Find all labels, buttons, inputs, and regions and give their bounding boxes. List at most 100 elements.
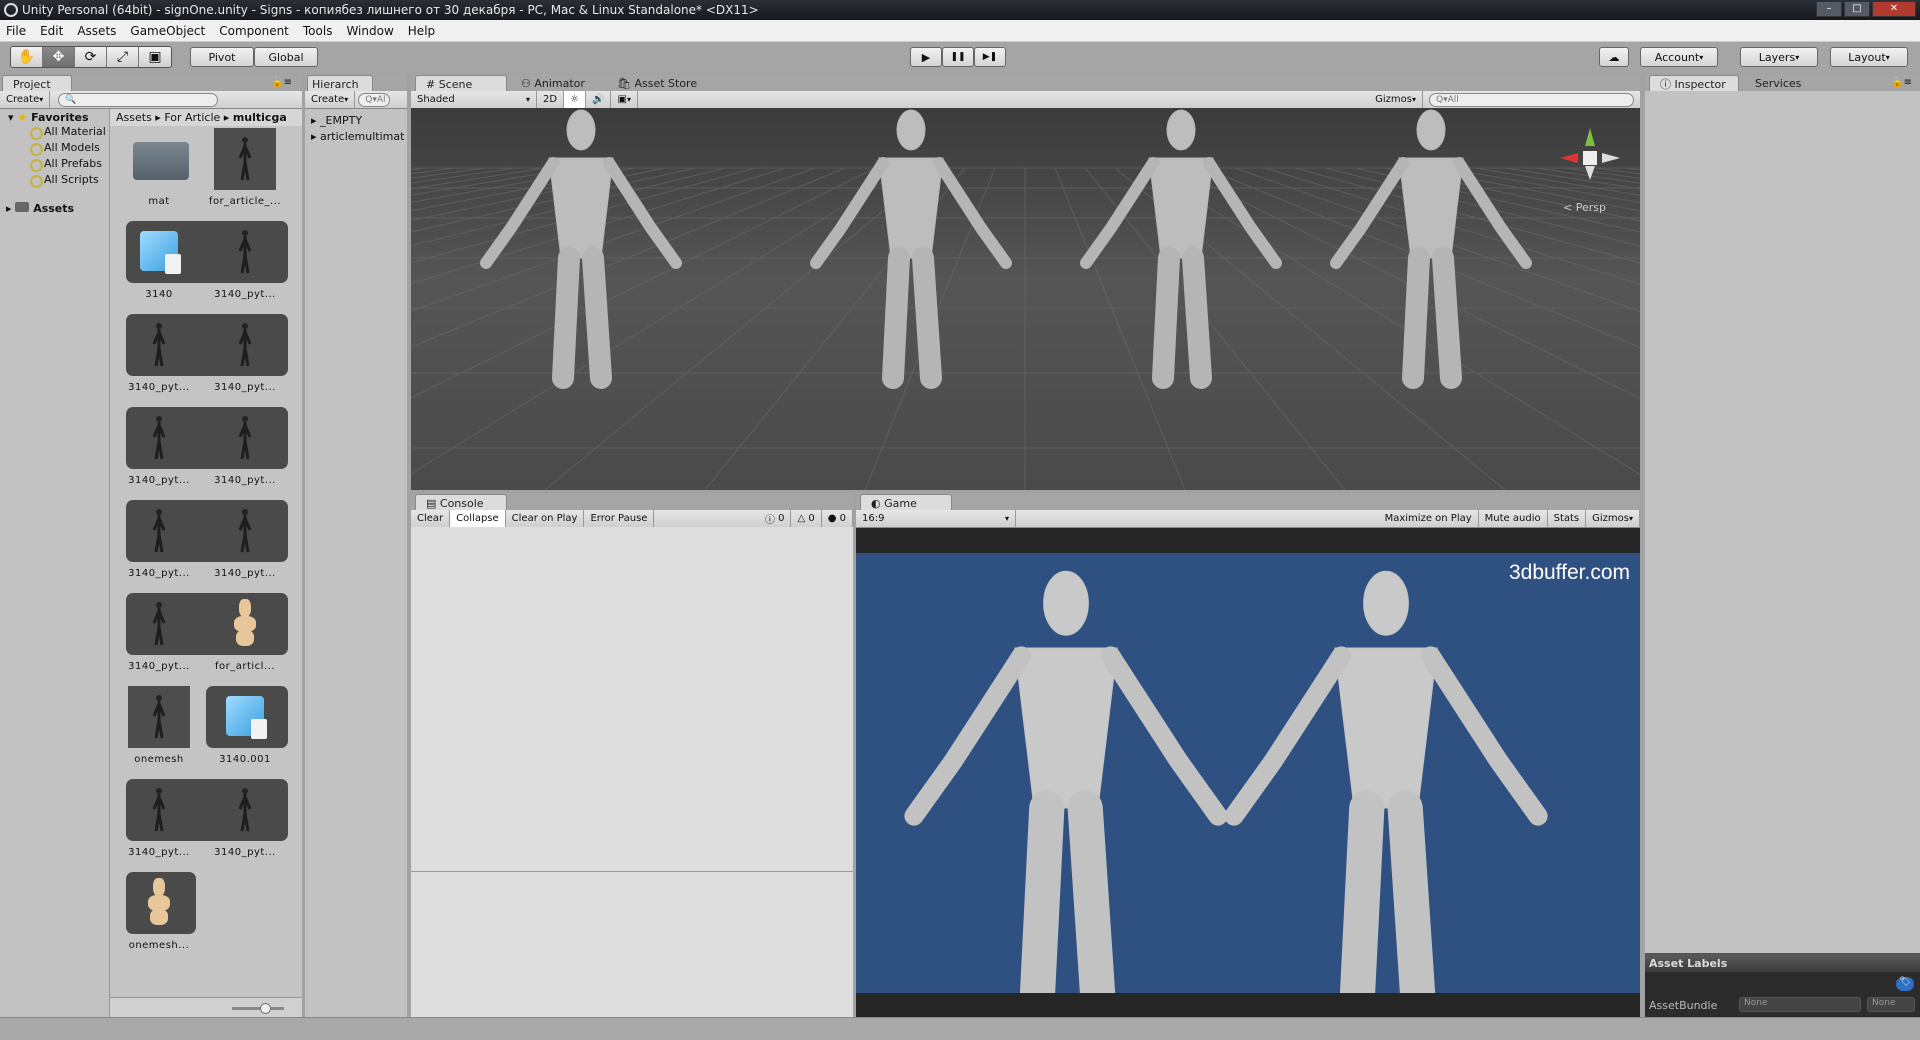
maximize-button[interactable]: □ bbox=[1844, 1, 1870, 17]
asset-item[interactable]: 3140_pyt... bbox=[116, 407, 202, 486]
tag-icon[interactable]: 🏷 bbox=[1896, 977, 1914, 991]
persp-label[interactable]: < Persp bbox=[1563, 201, 1606, 214]
breadcrumb-current[interactable]: multicga bbox=[233, 111, 287, 124]
lock-icon[interactable]: 🔒≡ bbox=[271, 77, 292, 88]
asset-item[interactable]: 3140_pyt... bbox=[202, 779, 288, 858]
step-button[interactable]: ▶❚ bbox=[974, 47, 1006, 67]
hierarchy-item[interactable]: ▸ articlemultimat bbox=[311, 129, 407, 145]
fav-all-prefabs[interactable]: All Prefabs bbox=[0, 156, 109, 172]
asset-item[interactable]: for_articl... bbox=[202, 593, 288, 672]
asset-variant-dropdown[interactable]: None bbox=[1867, 997, 1915, 1012]
layout-dropdown[interactable]: Layout bbox=[1830, 47, 1908, 67]
character-model[interactable] bbox=[1330, 109, 1532, 389]
pivot-button[interactable]: Pivot bbox=[190, 47, 254, 67]
play-button[interactable]: ▶ bbox=[910, 47, 942, 67]
error-filter-toggle[interactable]: ● 0 bbox=[822, 510, 853, 527]
tab-scene[interactable]: # Scene bbox=[415, 75, 507, 92]
character-model[interactable] bbox=[1224, 570, 1548, 993]
tab-services[interactable]: Services bbox=[1745, 75, 1811, 92]
move-tool-icon[interactable]: ✥ bbox=[43, 47, 75, 67]
asset-item[interactable]: 3140_pyt... bbox=[116, 500, 202, 579]
asset-item[interactable]: 3140_pyt... bbox=[202, 500, 288, 579]
asset-item[interactable]: for_article_... bbox=[202, 128, 288, 207]
scene-search-input[interactable]: Q▾All bbox=[1429, 92, 1634, 107]
console-log-area[interactable] bbox=[411, 527, 853, 1017]
stats-toggle[interactable]: Stats bbox=[1548, 510, 1587, 527]
fav-all-scripts[interactable]: All Scripts bbox=[0, 172, 109, 188]
2d-toggle[interactable]: 2D bbox=[537, 91, 565, 108]
scale-tool-icon[interactable]: ⤢ bbox=[107, 47, 139, 67]
layers-dropdown[interactable]: Layers bbox=[1740, 47, 1818, 67]
asset-item[interactable]: onemesh... bbox=[116, 872, 202, 951]
console-splitter[interactable] bbox=[411, 871, 853, 872]
breadcrumb-for-article[interactable]: For Article bbox=[164, 111, 220, 124]
asset-item[interactable]: onemesh bbox=[116, 686, 202, 765]
asset-item[interactable]: 3140_pyt... bbox=[202, 407, 288, 486]
audio-toggle-icon[interactable]: 🔊 bbox=[586, 91, 612, 108]
icon-size-slider[interactable] bbox=[232, 1007, 284, 1010]
shading-dropdown[interactable]: Shaded bbox=[411, 91, 537, 108]
console-collapse-button[interactable]: Collapse bbox=[450, 510, 506, 527]
icon-size-slider-handle[interactable] bbox=[260, 1003, 271, 1014]
fav-all-models[interactable]: All Models bbox=[0, 140, 109, 156]
tab-animator[interactable]: ⚇ Animator bbox=[511, 75, 595, 92]
tab-project[interactable]: Project bbox=[2, 75, 72, 92]
pause-button[interactable]: ❚❚ bbox=[942, 47, 974, 67]
game-gizmos-dropdown[interactable]: Gizmos bbox=[1586, 510, 1640, 527]
menu-file[interactable]: File bbox=[6, 24, 26, 38]
character-model[interactable] bbox=[810, 109, 1012, 389]
assets-folder[interactable]: ▸ Assets bbox=[0, 188, 109, 215]
menu-window[interactable]: Window bbox=[346, 24, 393, 38]
asset-item[interactable]: 3140_pyt... bbox=[116, 593, 202, 672]
tab-inspector[interactable]: ⓘ Inspector bbox=[1649, 75, 1739, 92]
aspect-dropdown[interactable]: 16:9 bbox=[856, 510, 1016, 527]
menu-edit[interactable]: Edit bbox=[40, 24, 63, 38]
cloud-button[interactable]: ☁ bbox=[1599, 47, 1629, 67]
mute-audio-toggle[interactable]: Mute audio bbox=[1479, 510, 1548, 527]
hierarchy-create-button[interactable]: Create bbox=[305, 91, 356, 108]
global-button[interactable]: Global bbox=[254, 47, 318, 67]
character-model[interactable] bbox=[904, 570, 1228, 993]
hierarchy-search-input[interactable]: Q▾Al bbox=[358, 92, 391, 107]
scene-gizmos-dropdown[interactable]: Gizmos bbox=[1369, 91, 1423, 108]
asset-item[interactable]: 3140_pyt... bbox=[116, 779, 202, 858]
menu-gameobject[interactable]: GameObject bbox=[130, 24, 205, 38]
console-clear-button[interactable]: Clear bbox=[411, 510, 451, 527]
inspector-lock-icon[interactable]: 🔒≡ bbox=[1891, 77, 1912, 88]
maximize-on-play-toggle[interactable]: Maximize on Play bbox=[1379, 510, 1479, 527]
warning-filter-toggle[interactable]: △ 0 bbox=[791, 510, 822, 527]
project-create-button[interactable]: Create bbox=[0, 91, 51, 108]
asset-item[interactable]: 3140 bbox=[116, 221, 202, 300]
asset-item[interactable]: 3140_pyt... bbox=[202, 314, 288, 393]
menu-assets[interactable]: Assets bbox=[77, 24, 116, 38]
rect-tool-icon[interactable]: ▣ bbox=[139, 47, 171, 67]
breadcrumb-assets[interactable]: Assets bbox=[116, 111, 152, 124]
asset-item[interactable]: 3140_pyt... bbox=[116, 314, 202, 393]
menu-help[interactable]: Help bbox=[408, 24, 435, 38]
asset-item[interactable]: 3140.001 bbox=[202, 686, 288, 765]
tab-console[interactable]: ▤ Console bbox=[415, 494, 507, 511]
game-view[interactable]: 3dbuffer.com bbox=[856, 553, 1640, 993]
tab-game[interactable]: ◐ Game bbox=[860, 494, 952, 511]
asset-item[interactable]: mat bbox=[116, 128, 202, 207]
character-model[interactable] bbox=[1080, 109, 1282, 389]
menu-tools[interactable]: Tools bbox=[303, 24, 333, 38]
scene-view[interactable]: < Persp bbox=[411, 108, 1640, 490]
favorites-header[interactable]: ▾ ★ Favorites bbox=[0, 109, 109, 124]
console-error-pause-button[interactable]: Error Pause bbox=[584, 510, 655, 527]
hand-tool-icon[interactable]: ✋ bbox=[11, 47, 43, 67]
rotate-tool-icon[interactable]: ⟳ bbox=[75, 47, 107, 67]
minimize-button[interactable]: – bbox=[1816, 1, 1842, 17]
project-search-input[interactable]: 🔍 bbox=[58, 92, 219, 107]
asset-bundle-dropdown[interactable]: None bbox=[1739, 997, 1861, 1012]
console-clear-on-play-button[interactable]: Clear on Play bbox=[506, 510, 585, 527]
lighting-toggle-icon[interactable]: ☼ bbox=[564, 91, 587, 108]
asset-item[interactable]: 3140_pyt... bbox=[202, 221, 288, 300]
character-model[interactable] bbox=[480, 109, 682, 389]
info-filter-toggle[interactable]: ⓘ 0 bbox=[759, 510, 792, 527]
close-button[interactable]: ✕ bbox=[1872, 1, 1916, 17]
tab-asset-store[interactable]: 🛍 Asset Store bbox=[607, 75, 707, 92]
menu-component[interactable]: Component bbox=[219, 24, 289, 38]
account-dropdown[interactable]: Account bbox=[1640, 47, 1718, 67]
fav-all-materials[interactable]: All Material bbox=[0, 124, 109, 140]
